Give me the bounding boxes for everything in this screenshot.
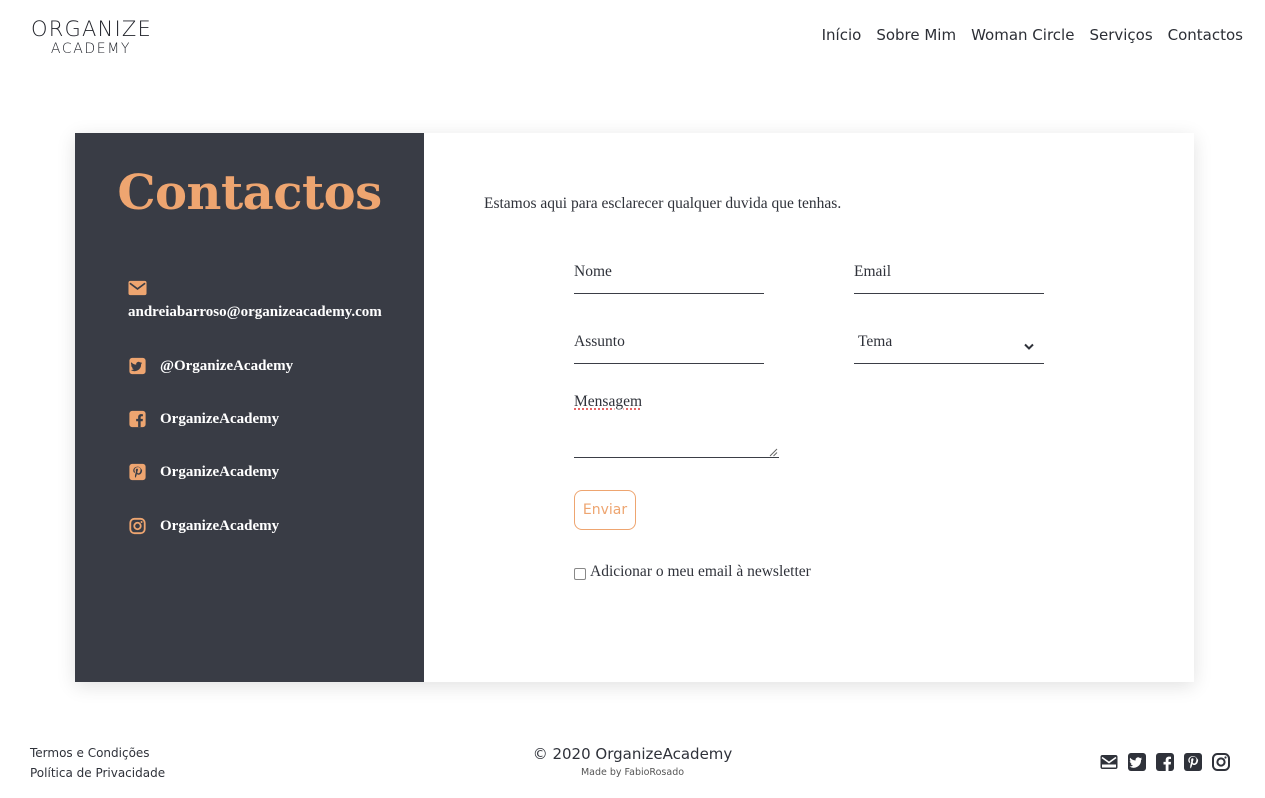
twitter-icon xyxy=(128,357,147,375)
contact-twitter-text: @OrganizeAcademy xyxy=(160,357,294,374)
newsletter-label: Adicionar o meu email à newsletter xyxy=(590,563,811,580)
logo[interactable]: ORGANIZE ACADEMY xyxy=(31,17,151,57)
message-placeholder: Mensagem xyxy=(574,393,643,410)
contact-instagram[interactable]: OrganizeAcademy xyxy=(128,517,279,535)
message-textarea[interactable]: Mensagem xyxy=(574,393,779,458)
email-field xyxy=(854,250,1044,294)
instagram-icon xyxy=(128,517,147,535)
contact-facebook[interactable]: OrganizeAcademy xyxy=(128,410,279,428)
logo-top-text: ORGANIZE xyxy=(31,17,152,41)
form-intro: Estamos aqui para esclarecer qualquer du… xyxy=(484,195,842,212)
newsletter-checkbox[interactable] xyxy=(574,567,586,580)
contact-instagram-text: OrganizeAcademy xyxy=(160,517,280,534)
contact-email[interactable]: andreiabarroso@organizeacademy.com xyxy=(128,280,382,321)
nav-item-contactos[interactable]: Contactos xyxy=(1168,24,1243,46)
subject-input[interactable] xyxy=(574,320,764,363)
instagram-icon[interactable] xyxy=(1211,752,1231,772)
nav-item-servicos[interactable]: Serviços xyxy=(1089,24,1152,46)
pinterest-icon[interactable] xyxy=(1183,752,1203,772)
nav-item-inicio[interactable]: Início xyxy=(822,24,862,46)
contact-facebook-text: OrganizeAcademy xyxy=(160,410,280,427)
contact-email-text: andreiabarroso@organizeacademy.com xyxy=(128,304,382,320)
footer-social-icons xyxy=(1099,752,1231,772)
footer-credits: © 2020 OrganizeAcademy Made by FabioRosa… xyxy=(0,744,1265,778)
send-button[interactable]: Enviar xyxy=(574,490,636,530)
chevron-down-icon xyxy=(1024,338,1034,350)
main-nav: Início Sobre Mim Woman Circle Serviços C… xyxy=(822,24,1243,46)
contact-title: Contactos xyxy=(117,165,382,221)
nav-item-sobre-mim[interactable]: Sobre Mim xyxy=(876,24,956,46)
logo-bottom-text: ACADEMY xyxy=(50,41,132,57)
contact-sidebar: Contactos andreiabarroso@organizeacademy… xyxy=(75,133,424,682)
copyright-text: © 2020 OrganizeAcademy xyxy=(532,745,733,763)
twitter-icon[interactable] xyxy=(1127,752,1147,772)
name-input[interactable] xyxy=(574,250,764,293)
pinterest-icon xyxy=(128,463,147,481)
contact-pinterest-text: OrganizeAcademy xyxy=(160,463,280,480)
newsletter-option[interactable]: Adicionar o meu email à newsletter xyxy=(574,563,811,581)
contact-card: Contactos andreiabarroso@organizeacademy… xyxy=(75,133,1194,682)
resize-handle-icon[interactable] xyxy=(767,444,778,457)
topic-select-value: Tema xyxy=(858,332,893,350)
envelope-icon[interactable] xyxy=(1099,752,1119,772)
facebook-icon xyxy=(128,410,147,428)
envelope-icon xyxy=(128,280,147,296)
contact-twitter[interactable]: @OrganizeAcademy xyxy=(128,357,293,375)
name-field xyxy=(574,250,764,294)
contact-pinterest[interactable]: OrganizeAcademy xyxy=(128,463,279,481)
facebook-icon[interactable] xyxy=(1155,752,1175,772)
subject-field xyxy=(574,320,764,364)
nav-item-woman-circle[interactable]: Woman Circle xyxy=(971,24,1074,46)
topic-select[interactable]: Tema xyxy=(854,320,1044,364)
email-input[interactable] xyxy=(854,250,1044,293)
made-by-text: Made by FabioRosado xyxy=(580,767,685,778)
